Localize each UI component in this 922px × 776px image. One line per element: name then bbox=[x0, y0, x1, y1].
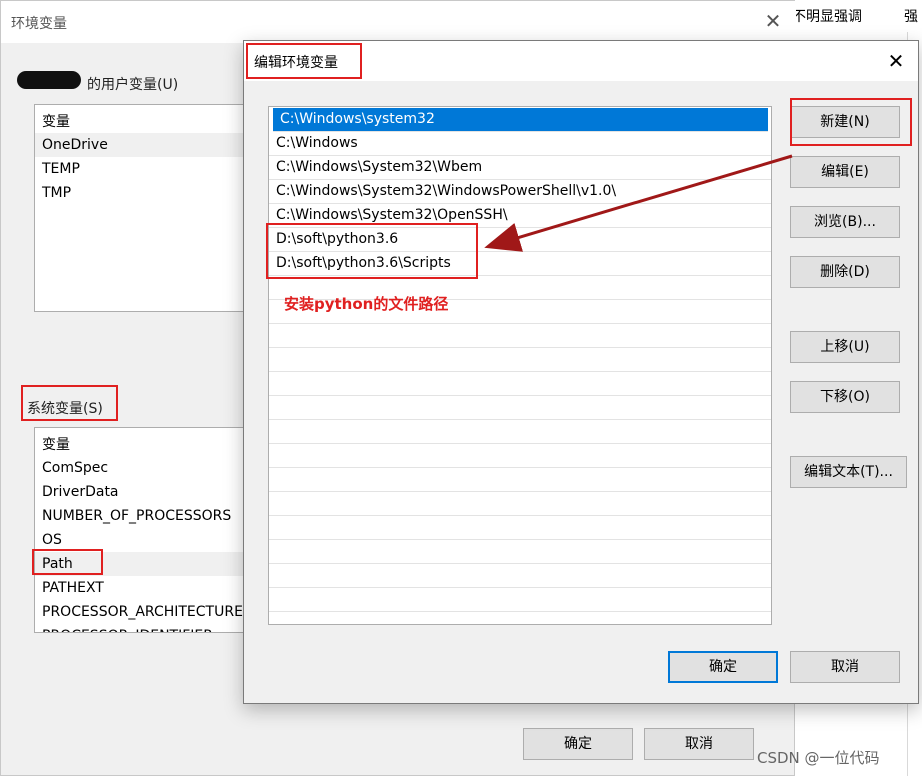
annotation-label: 安装python的文件路径 bbox=[284, 295, 449, 313]
watermark: CSDN @一位代码 bbox=[757, 749, 880, 767]
annotation-arrow bbox=[484, 154, 793, 252]
